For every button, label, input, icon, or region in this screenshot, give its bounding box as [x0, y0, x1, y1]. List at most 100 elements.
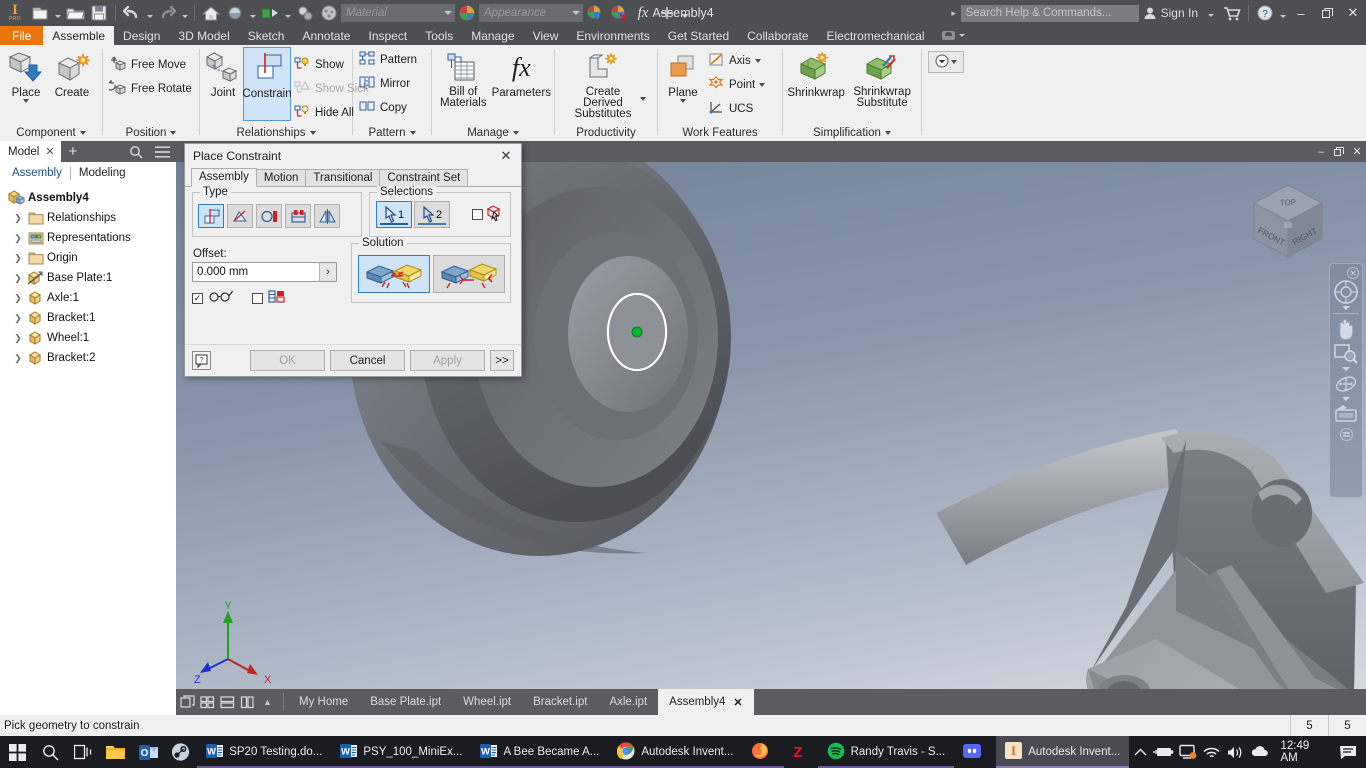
- plane-dropdown-caret[interactable]: [680, 99, 686, 103]
- dialog-tab-transitional[interactable]: Transitional: [305, 169, 381, 186]
- close-icon[interactable]: ✕: [733, 696, 742, 709]
- tile-grid-icon[interactable]: [198, 693, 217, 712]
- parameters-button[interactable]: fx Parameters: [492, 47, 551, 100]
- adjust-appearance-icon[interactable]: [583, 1, 607, 25]
- type-insert-button[interactable]: [285, 204, 311, 228]
- sign-in-button[interactable]: Sign In: [1139, 0, 1202, 26]
- solution-flush-button[interactable]: [432, 255, 505, 293]
- apply-button[interactable]: Apply: [410, 350, 485, 371]
- navbar-options-dropdown[interactable]: [1339, 428, 1353, 441]
- view-cube[interactable]: TOP FRONT RIGHT: [1240, 165, 1336, 265]
- task-view-icon[interactable]: [67, 736, 100, 768]
- hamburger-menu-icon[interactable]: [149, 141, 176, 162]
- taskbar-app-discord[interactable]: [954, 736, 996, 768]
- ribbon-group-component-title[interactable]: Component: [0, 124, 102, 141]
- parameters-fx-icon[interactable]: fx: [631, 1, 655, 25]
- ribbon-tab-electromechanical[interactable]: Electromechanical: [818, 26, 934, 45]
- point-button[interactable]: Point: [705, 73, 768, 97]
- search-icon[interactable]: [123, 141, 149, 162]
- ribbon-group-position-title[interactable]: Position: [103, 124, 199, 141]
- chevron-right-icon[interactable]: ❯: [12, 353, 24, 364]
- orbit-dropdown[interactable]: [1342, 397, 1350, 401]
- pan-hand-icon[interactable]: [1330, 316, 1362, 342]
- minimize-window-button[interactable]: –: [1288, 0, 1314, 26]
- close-icon[interactable]: ✕: [1347, 267, 1359, 279]
- return-dropdown[interactable]: [282, 1, 293, 25]
- search-expand-arrow[interactable]: ▸: [947, 8, 961, 19]
- volume-icon[interactable]: [1225, 745, 1247, 760]
- pattern-button[interactable]: Pattern: [356, 48, 420, 72]
- tree-item-axle[interactable]: ❯ Axle:1: [4, 288, 176, 308]
- close-window-button[interactable]: ✕: [1340, 0, 1366, 26]
- add-browser-tab-button[interactable]: +: [61, 141, 86, 162]
- type-tangent-button[interactable]: [256, 204, 282, 228]
- ribbon-tab-assemble[interactable]: Assemble: [43, 26, 115, 45]
- ribbon-tab-sketch[interactable]: Sketch: [239, 26, 294, 45]
- undo-dropdown[interactable]: [144, 1, 155, 25]
- display-icon[interactable]: [1177, 744, 1199, 760]
- notifications-icon[interactable]: [1335, 745, 1362, 760]
- offset-input[interactable]: 0.000 mm ›: [192, 262, 337, 282]
- plane-button[interactable]: Plane: [661, 47, 705, 103]
- navigation-wheel-dropdown[interactable]: [1342, 306, 1350, 310]
- look-at-camera-icon[interactable]: [1330, 402, 1362, 424]
- appearance-dropdown[interactable]: [247, 1, 258, 25]
- appearance-combo-arrow[interactable]: [569, 4, 583, 22]
- ribbon-group-pattern-title[interactable]: Pattern: [353, 124, 431, 141]
- scroll-up-icon[interactable]: ▲: [258, 693, 277, 712]
- taskbar-app-firefox[interactable]: [742, 736, 785, 768]
- zoom-dropdown[interactable]: [1342, 367, 1350, 371]
- clear-appearance-icon[interactable]: [607, 1, 631, 25]
- ribbon-pin-button[interactable]: [934, 26, 973, 45]
- type-mate-button[interactable]: [198, 204, 224, 228]
- battery-icon[interactable]: [1153, 745, 1175, 759]
- full-navigation-wheel-icon[interactable]: [1330, 279, 1362, 305]
- tree-item-wheel[interactable]: ❯ Wheel:1: [4, 328, 176, 348]
- doctab-my-home[interactable]: My Home: [288, 689, 359, 715]
- file-explorer-icon[interactable]: [99, 736, 132, 768]
- tree-item-base-plate[interactable]: ❯ Base Plate:1: [4, 268, 176, 288]
- shrinkwrap-button[interactable]: Shrinkwrap: [786, 47, 846, 99]
- wifi-icon[interactable]: [1201, 745, 1223, 760]
- appearance-combo[interactable]: Appearance: [479, 4, 569, 22]
- steam-icon[interactable]: [165, 736, 198, 768]
- material-browser-icon[interactable]: [317, 1, 341, 25]
- taskbar-search-icon[interactable]: [34, 736, 67, 768]
- viewport-minimize-button[interactable]: –: [1312, 141, 1330, 162]
- shrinkwrap-substitute-button[interactable]: Shrinkwrap Substitute: [846, 47, 918, 109]
- type-angle-button[interactable]: [227, 204, 253, 228]
- browser-subtab-assembly[interactable]: Assembly: [4, 167, 70, 179]
- joint-button[interactable]: Joint: [203, 47, 243, 99]
- taskbar-app-inventor[interactable]: I Autodesk Invent...: [996, 736, 1130, 768]
- system-clock[interactable]: 12:49 AM: [1272, 740, 1332, 764]
- chevron-right-icon[interactable]: ❯: [12, 213, 24, 224]
- create-derived-substitutes-button[interactable]: Create Derived Substitutes: [566, 47, 640, 120]
- chevron-right-icon[interactable]: ❯: [12, 273, 24, 284]
- more-options-button[interactable]: >>: [490, 350, 514, 371]
- dialog-tab-constraint-set[interactable]: Constraint Set: [379, 169, 469, 186]
- ribbon-tab-design[interactable]: Design: [114, 26, 169, 45]
- tree-item-bracket-2[interactable]: ❯ Bracket:2: [4, 348, 176, 368]
- material-combo-arrow[interactable]: [441, 4, 455, 22]
- taskbar-app-zoom[interactable]: Z: [784, 736, 817, 768]
- free-rotate-button[interactable]: Free Rotate: [106, 77, 195, 101]
- selection-2-button[interactable]: 2: [414, 201, 450, 228]
- return-icon[interactable]: [258, 1, 282, 25]
- tree-item-origin[interactable]: ❯ Origin: [4, 248, 176, 268]
- search-input[interactable]: Search Help & Commands...: [960, 4, 1139, 22]
- onedrive-icon[interactable]: [1249, 745, 1271, 759]
- outlook-icon[interactable]: O: [132, 736, 165, 768]
- ribbon-tab-inspect[interactable]: Inspect: [359, 26, 416, 45]
- tile-vertical-icon[interactable]: [238, 693, 257, 712]
- doctab-axle[interactable]: Axle.ipt: [598, 689, 658, 715]
- sign-in-dropdown[interactable]: [1202, 0, 1220, 26]
- show-preview-checkbox[interactable]: ✓: [192, 292, 203, 304]
- chevron-right-icon[interactable]: ❯: [12, 253, 24, 264]
- help-button[interactable]: ?: [192, 351, 211, 370]
- pick-part-first-checkbox[interactable]: [472, 209, 483, 220]
- axis-dropdown-caret[interactable]: [754, 59, 761, 63]
- doctab-wheel[interactable]: Wheel.ipt: [452, 689, 522, 715]
- new-file-button[interactable]: [28, 1, 52, 25]
- type-symmetry-button[interactable]: [314, 204, 340, 228]
- ok-button[interactable]: OK: [250, 350, 325, 371]
